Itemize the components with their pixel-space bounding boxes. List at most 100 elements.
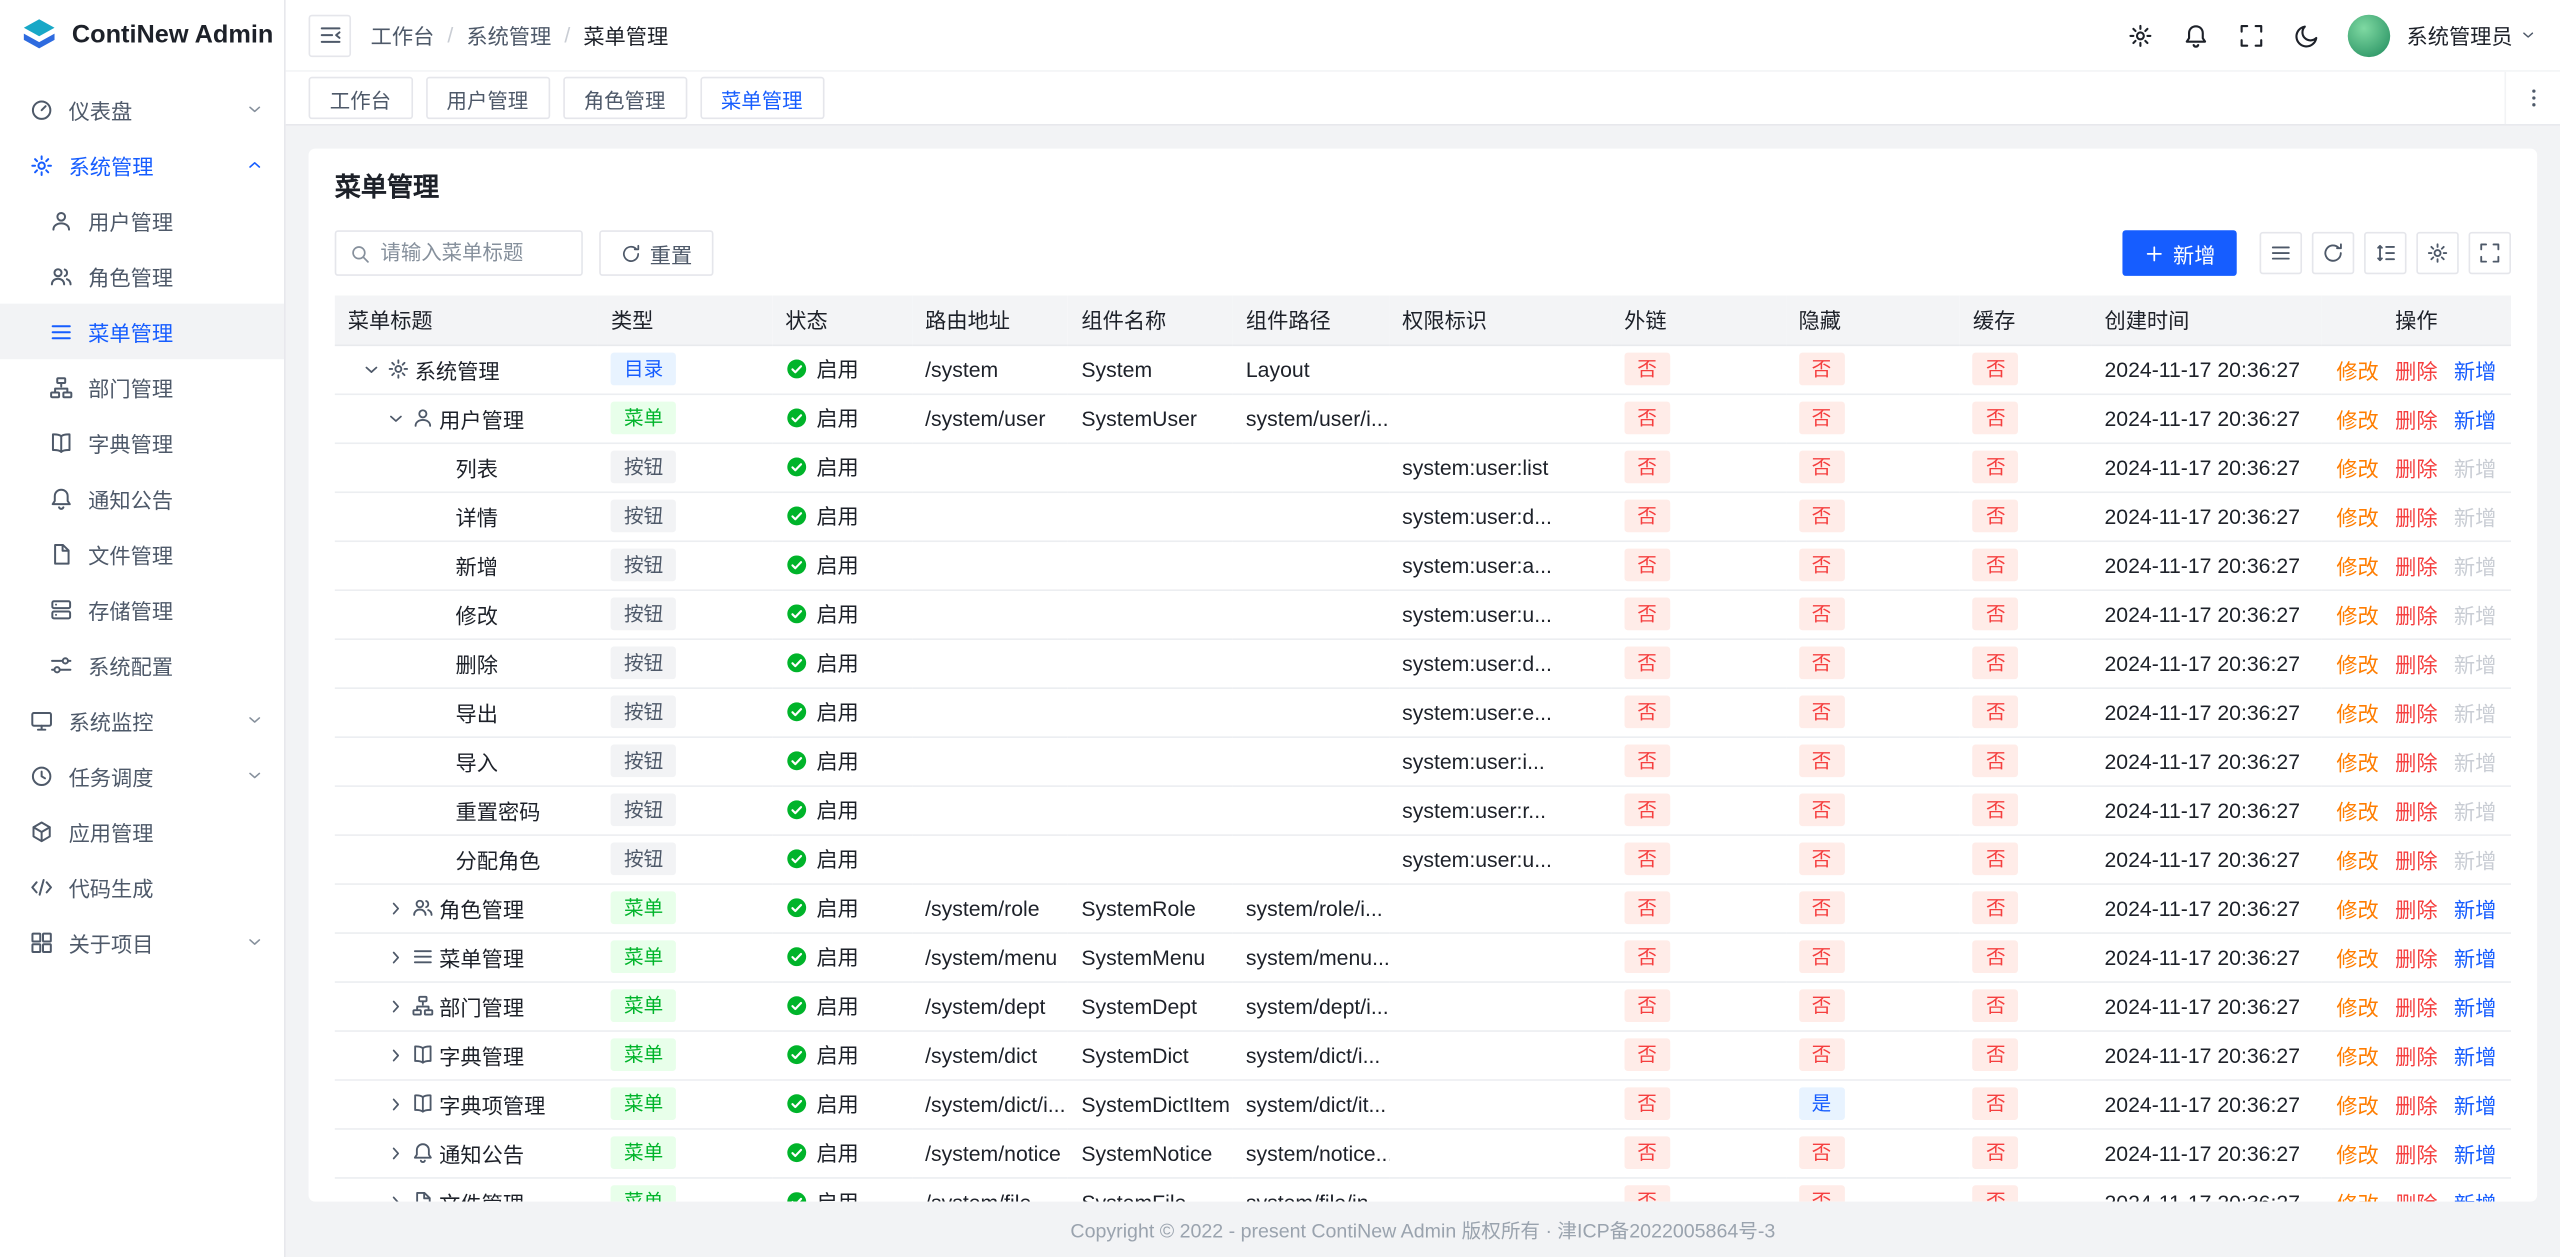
add-link[interactable]: 新增 [2454, 892, 2496, 923]
delete-link[interactable]: 删除 [2395, 549, 2437, 580]
edit-link[interactable]: 修改 [2336, 1088, 2378, 1119]
delete-link[interactable]: 删除 [2395, 500, 2437, 531]
sidebar-collapse-button[interactable] [309, 14, 351, 56]
expand-right-icon[interactable] [385, 995, 406, 1016]
search-input[interactable] [380, 242, 568, 265]
edit-link[interactable]: 修改 [2336, 1186, 2378, 1202]
status-label: 启用 [816, 402, 858, 433]
tab-3[interactable]: 菜单管理 [700, 77, 824, 119]
sidebar-item-11[interactable]: 系统监控 [0, 692, 284, 748]
tab-more-button[interactable] [2504, 72, 2560, 124]
sidebar-item-0[interactable]: 仪表盘 [0, 82, 284, 138]
delete-link[interactable]: 删除 [2395, 941, 2437, 972]
edit-link[interactable]: 修改 [2336, 1137, 2378, 1168]
delete-link[interactable]: 删除 [2395, 1186, 2437, 1202]
sidebar-item-15[interactable]: 关于项目 [0, 914, 284, 970]
delete-link[interactable]: 删除 [2395, 402, 2437, 433]
breadcrumb-item[interactable]: 系统管理 [466, 20, 551, 51]
sidebar-item-1[interactable]: 系统管理 [0, 137, 284, 193]
delete-link[interactable]: 删除 [2395, 892, 2437, 923]
delete-link[interactable]: 删除 [2395, 745, 2437, 776]
sidebar-item-8[interactable]: 文件管理 [0, 526, 284, 582]
sidebar-item-6[interactable]: 字典管理 [0, 415, 284, 471]
edit-link[interactable]: 修改 [2336, 353, 2378, 384]
breadcrumb-item[interactable]: 菜单管理 [583, 20, 668, 51]
delete-link[interactable]: 删除 [2395, 794, 2437, 825]
sidebar-item-4[interactable]: 菜单管理 [0, 304, 284, 360]
edit-link[interactable]: 修改 [2336, 892, 2378, 923]
edit-link[interactable]: 修改 [2336, 598, 2378, 629]
delete-link[interactable]: 删除 [2395, 451, 2437, 482]
avatar[interactable] [2348, 14, 2390, 56]
delete-link[interactable]: 删除 [2395, 598, 2437, 629]
expand-down-icon[interactable] [361, 358, 382, 379]
sidebar-item-12[interactable]: 任务调度 [0, 748, 284, 804]
table-tool-fullscreen-button[interactable] [2469, 232, 2511, 274]
expand-right-icon[interactable] [385, 1142, 406, 1163]
edit-link[interactable]: 修改 [2336, 794, 2378, 825]
expand-down-icon[interactable] [385, 407, 406, 428]
table-tool-refresh-button[interactable] [2312, 232, 2354, 274]
delete-link[interactable]: 删除 [2395, 1137, 2437, 1168]
delete-link[interactable]: 删除 [2395, 353, 2437, 384]
sidebar-item-2[interactable]: 用户管理 [0, 193, 284, 249]
add-button[interactable]: 新增 [2122, 230, 2236, 276]
header-notifications-button[interactable] [2171, 11, 2220, 60]
delete-link[interactable]: 删除 [2395, 1088, 2437, 1119]
menu-table: 菜单标题类型状态路由地址组件名称组件路径权限标识外链隐藏缓存创建时间操作 系统管… [335, 296, 2511, 1202]
delete-link[interactable]: 删除 [2395, 843, 2437, 874]
user-name[interactable]: 系统管理员 [2407, 20, 2513, 51]
add-link[interactable]: 新增 [2454, 1137, 2496, 1168]
expand-right-icon[interactable] [385, 1044, 406, 1065]
edit-link[interactable]: 修改 [2336, 500, 2378, 531]
sidebar-item-10[interactable]: 系统配置 [0, 637, 284, 693]
header-dark-mode-button[interactable] [2282, 11, 2331, 60]
tab-1[interactable]: 用户管理 [425, 77, 549, 119]
edit-link[interactable]: 修改 [2336, 990, 2378, 1021]
fullscreen-icon [2478, 242, 2501, 265]
add-link[interactable]: 新增 [2454, 1186, 2496, 1202]
add-link[interactable]: 新增 [2454, 1088, 2496, 1119]
expand-right-icon[interactable] [385, 1093, 406, 1114]
sidebar-item-13[interactable]: 应用管理 [0, 803, 284, 859]
edit-link[interactable]: 修改 [2336, 843, 2378, 874]
table-tool-list-view-button[interactable] [2260, 232, 2302, 274]
cell-route [912, 589, 1068, 638]
add-link[interactable]: 新增 [2454, 353, 2496, 384]
sidebar-item-9[interactable]: 存储管理 [0, 581, 284, 637]
delete-link[interactable]: 删除 [2395, 696, 2437, 727]
delete-link[interactable]: 删除 [2395, 647, 2437, 678]
cache-badge: 否 [1973, 402, 2019, 435]
edit-link[interactable]: 修改 [2336, 941, 2378, 972]
edit-link[interactable]: 修改 [2336, 451, 2378, 482]
add-link[interactable]: 新增 [2454, 1039, 2496, 1070]
sidebar-item-5[interactable]: 部门管理 [0, 359, 284, 415]
delete-link[interactable]: 删除 [2395, 1039, 2437, 1070]
sidebar-item-7[interactable]: 通知公告 [0, 470, 284, 526]
edit-link[interactable]: 修改 [2336, 1039, 2378, 1070]
table-tool-column-settings-button[interactable] [2416, 232, 2458, 274]
expand-right-icon[interactable] [385, 897, 406, 918]
hidden-badge: 否 [1799, 451, 1845, 484]
table-tool-row-height-button[interactable] [2364, 232, 2406, 274]
expand-right-icon[interactable] [385, 946, 406, 967]
edit-link[interactable]: 修改 [2336, 402, 2378, 433]
logo[interactable]: ContiNew Admin [0, 0, 284, 72]
edit-link[interactable]: 修改 [2336, 549, 2378, 580]
add-link[interactable]: 新增 [2454, 990, 2496, 1021]
header-fullscreen-button[interactable] [2227, 11, 2276, 60]
header-settings-button[interactable] [2116, 11, 2165, 60]
tab-0[interactable]: 工作台 [309, 77, 413, 119]
breadcrumb-item[interactable]: 工作台 [371, 20, 435, 51]
edit-link[interactable]: 修改 [2336, 745, 2378, 776]
reset-button[interactable]: 重置 [599, 230, 713, 276]
add-link[interactable]: 新增 [2454, 941, 2496, 972]
sidebar-item-14[interactable]: 代码生成 [0, 859, 284, 915]
edit-link[interactable]: 修改 [2336, 647, 2378, 678]
delete-link[interactable]: 删除 [2395, 990, 2437, 1021]
sidebar-item-3[interactable]: 角色管理 [0, 248, 284, 304]
tab-2[interactable]: 角色管理 [562, 77, 686, 119]
expand-right-icon[interactable] [385, 1191, 406, 1202]
edit-link[interactable]: 修改 [2336, 696, 2378, 727]
add-link[interactable]: 新增 [2454, 402, 2496, 433]
